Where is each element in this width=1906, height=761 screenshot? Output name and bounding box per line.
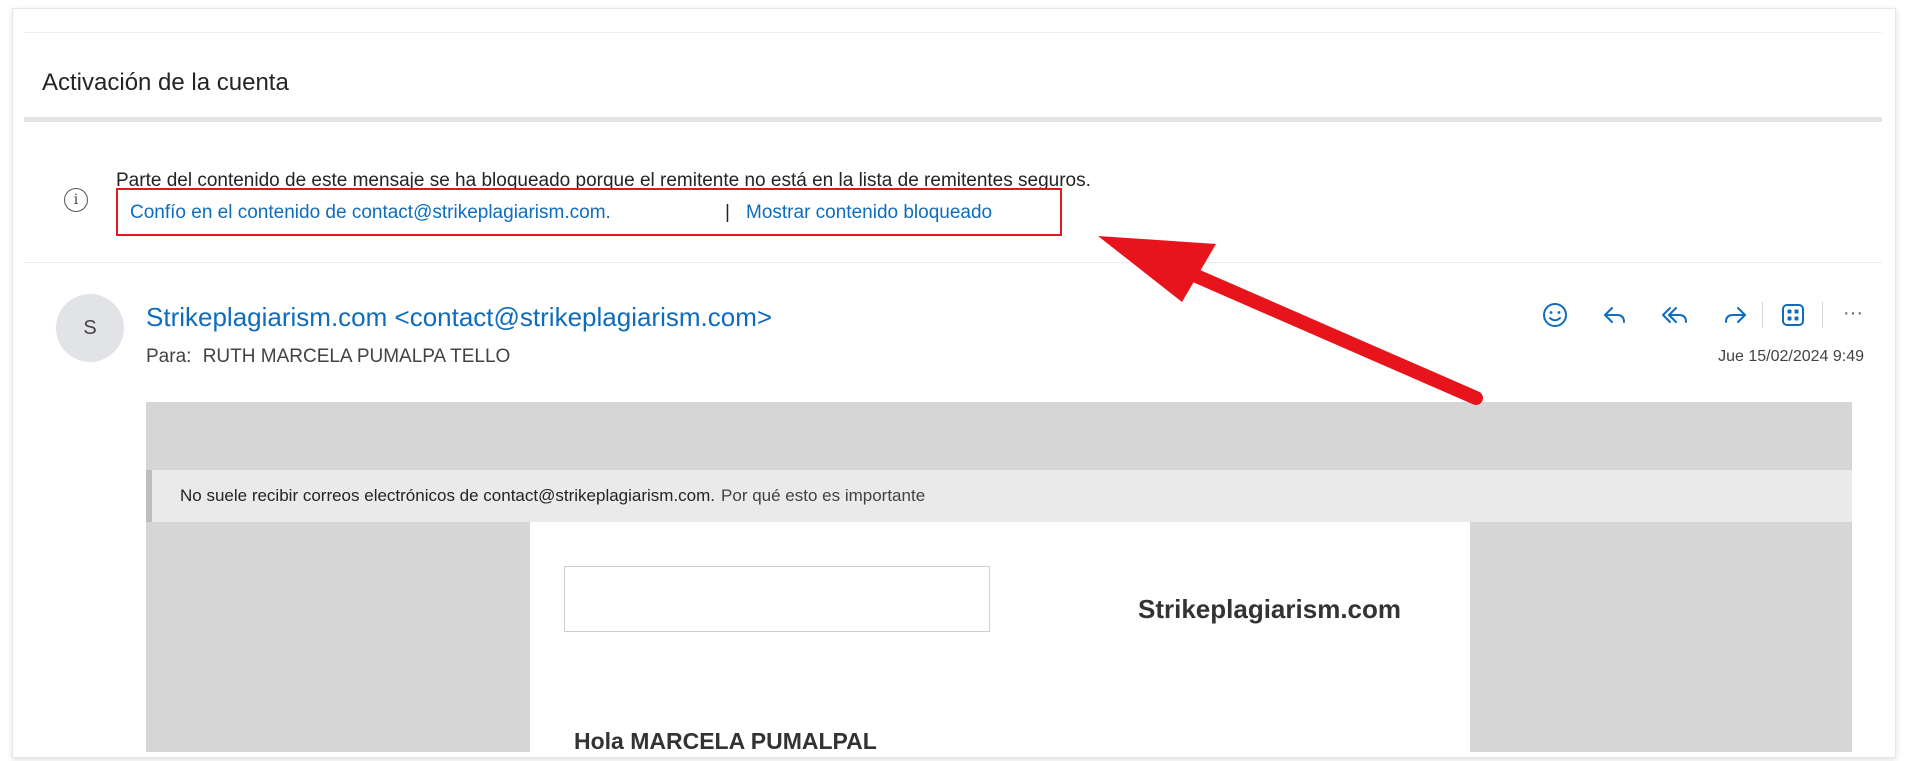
first-contact-notice: No suele recibir correos electrónicos de… (146, 470, 1852, 522)
sender-name[interactable]: Strikeplagiarism.com <contact@strikeplag… (146, 302, 772, 333)
info-icon: i (64, 188, 88, 212)
apps-icon[interactable] (1778, 300, 1808, 330)
more-icon[interactable]: ··· (1838, 300, 1868, 330)
emoji-icon[interactable] (1540, 300, 1570, 330)
subject-bar: Activación de la cuenta (24, 32, 1882, 122)
trust-sender-link[interactable]: Confío en el contenido de contact@strike… (130, 202, 611, 224)
why-important-link[interactable]: Por qué esto es importante (721, 486, 925, 505)
to-label: Para: (146, 346, 192, 367)
email-card: Strikeplagiarism.com Hola MARCELA PUMALP… (530, 522, 1470, 752)
avatar[interactable]: S (56, 294, 124, 362)
show-blocked-content-link[interactable]: Mostrar contenido bloqueado (746, 202, 992, 224)
brand-name: Strikeplagiarism.com (1138, 594, 1401, 624)
notice-text: No suele recibir correos electrónicos de… (180, 486, 925, 506)
message-actions: ··· (1540, 300, 1870, 330)
message-date: Jue 15/02/2024 9:49 (1718, 348, 1864, 365)
logo-placeholder (564, 566, 990, 632)
toolbar-divider (1762, 302, 1763, 328)
toolbar-divider (1822, 302, 1823, 328)
recipient-line: Para: RUTH MARCELA PUMALPA TELLO (146, 346, 510, 368)
highlight-box: Confío en el contenido de contact@strike… (116, 188, 1062, 236)
greeting: Hola MARCELA PUMALPAL (574, 728, 877, 752)
reply-all-icon[interactable] (1660, 300, 1690, 330)
message-body: No suele recibir correos electrónicos de… (146, 402, 1852, 752)
message-subject: Activación de la cuenta (42, 69, 289, 96)
forward-icon[interactable] (1720, 300, 1750, 330)
recipient-name[interactable]: RUTH MARCELA PUMALPA TELLO (203, 346, 511, 367)
reply-icon[interactable] (1600, 300, 1630, 330)
notice-message: No suele recibir correos electrónicos de… (180, 486, 716, 505)
link-separator: | (725, 202, 730, 223)
divider (24, 262, 1882, 263)
